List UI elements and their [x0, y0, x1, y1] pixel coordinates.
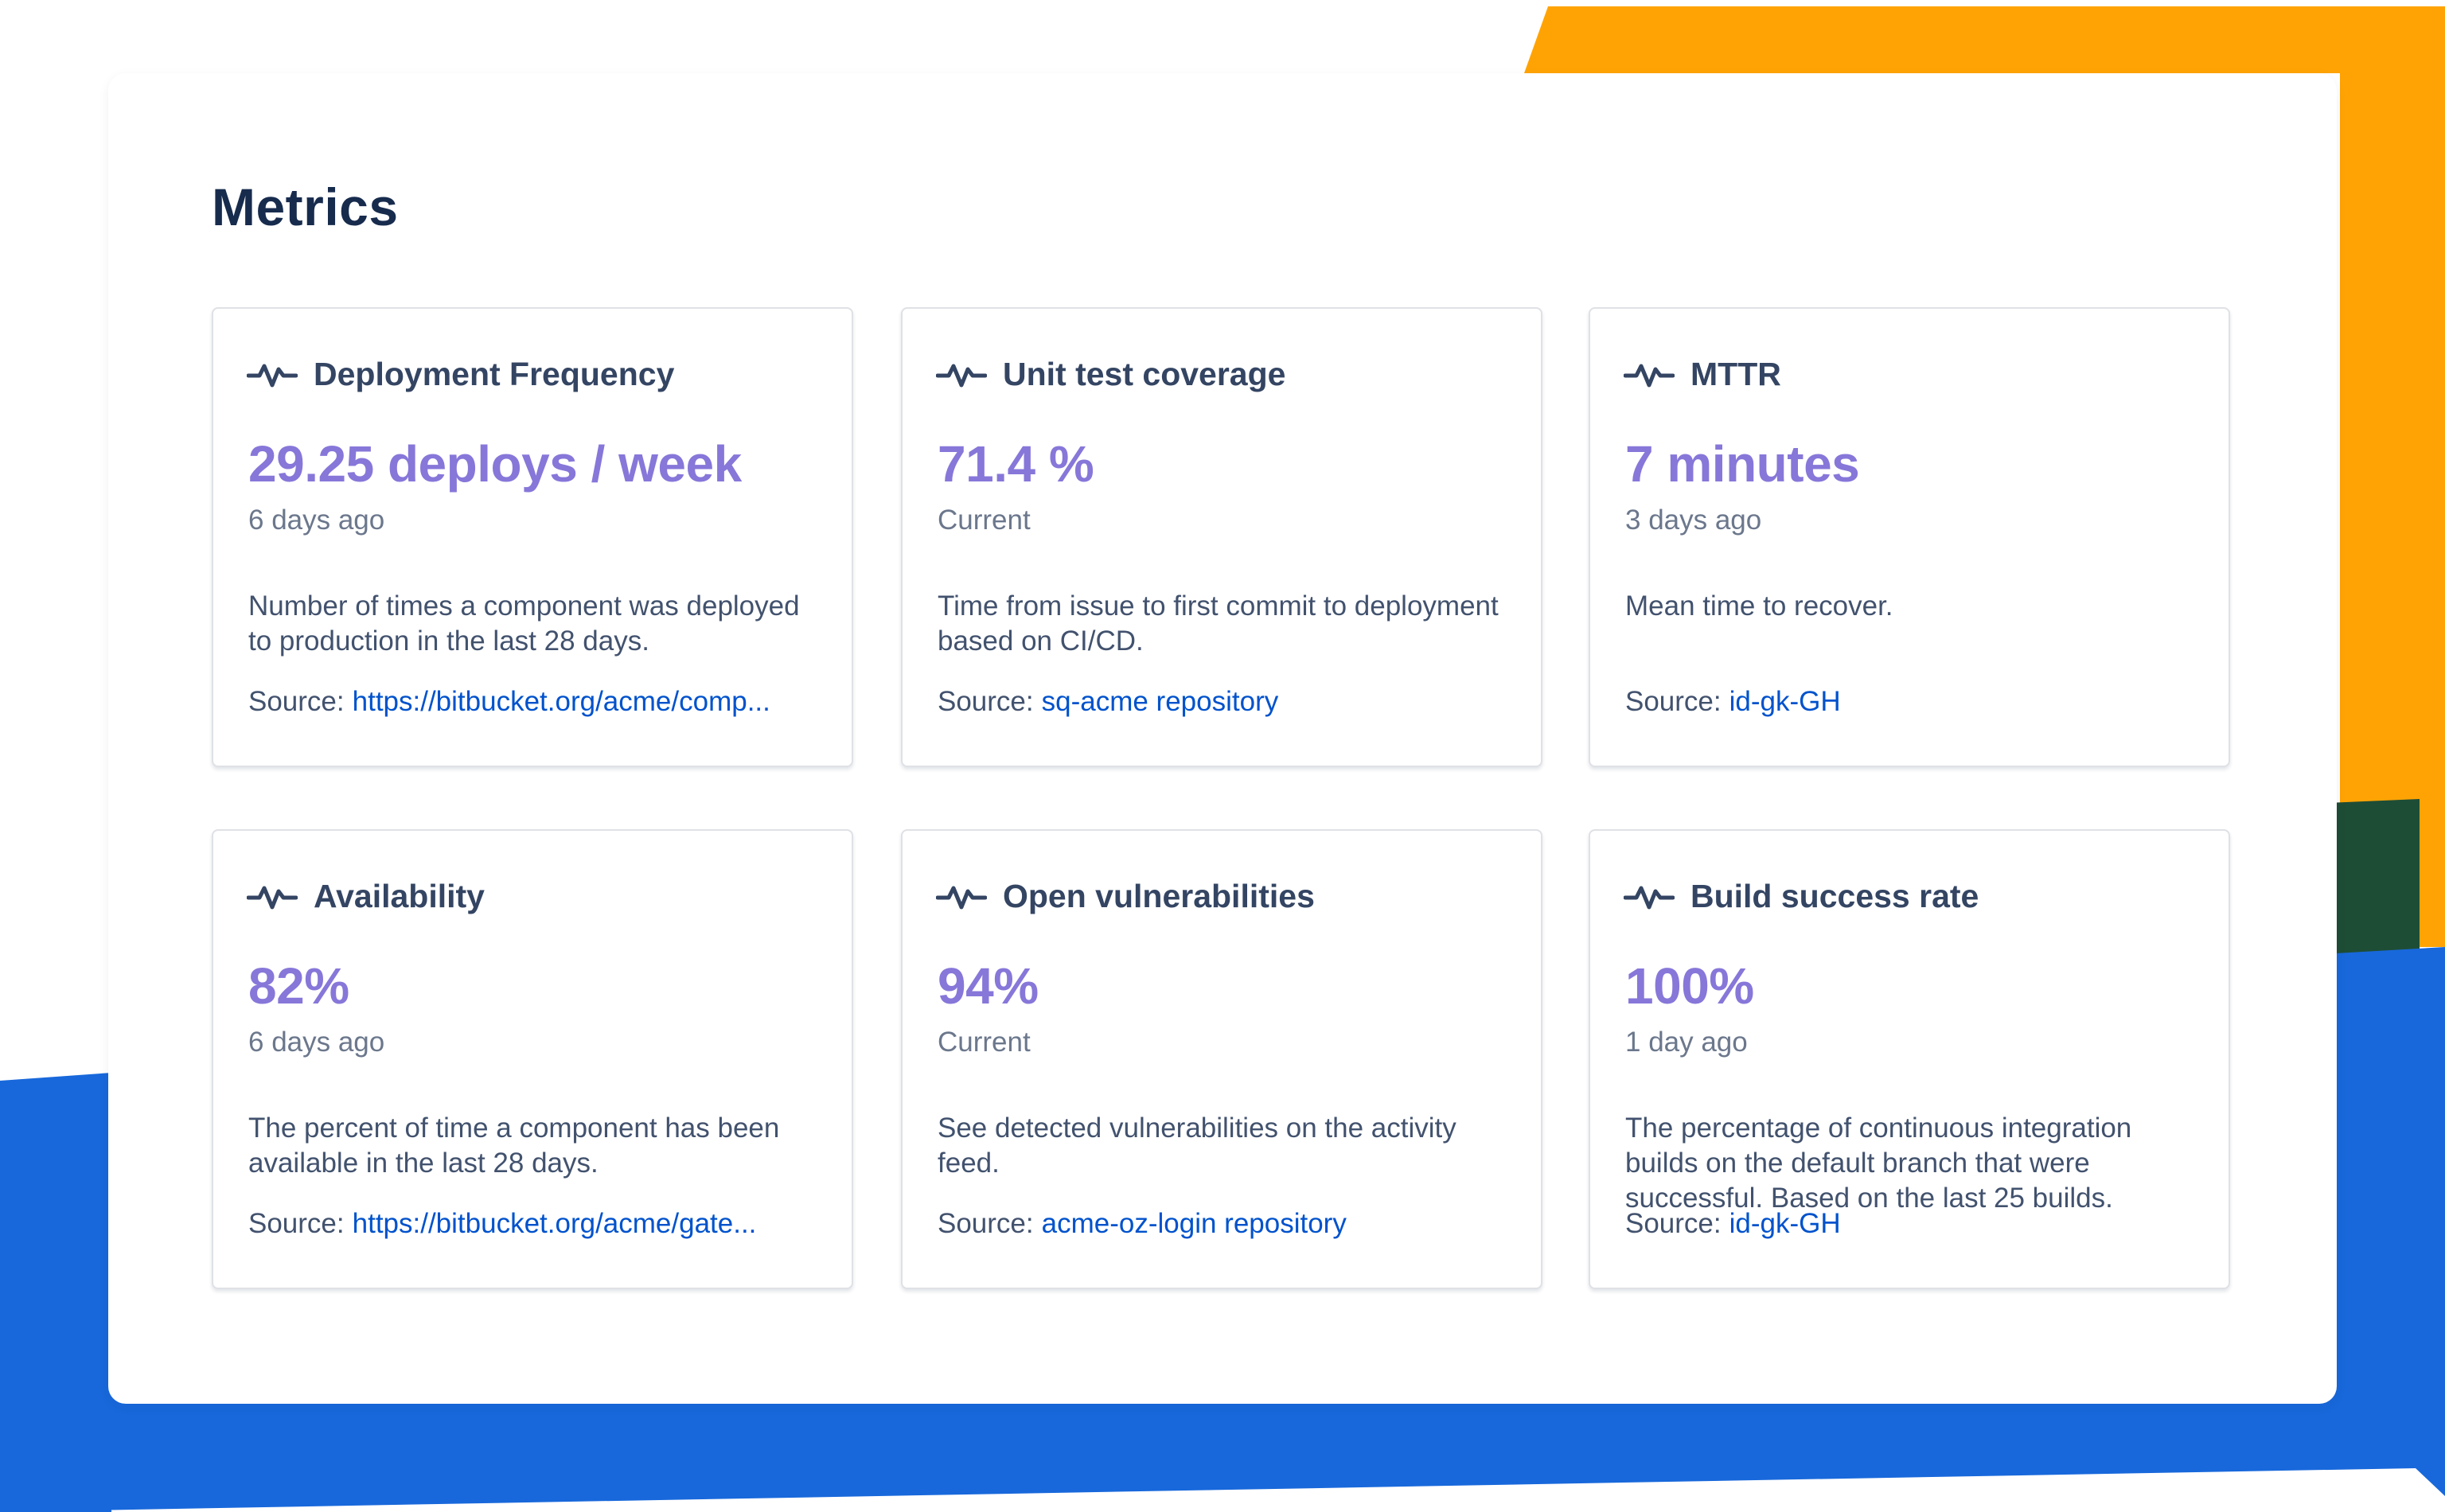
pulse-icon	[247, 886, 298, 910]
card-header: Deployment Frequency	[247, 350, 674, 398]
card-title: Unit test coverage	[1003, 355, 1286, 392]
card-title: Open vulnerabilities	[1003, 877, 1315, 914]
pulse-icon	[247, 364, 298, 388]
metric-card-unit-test-coverage: Unit test coverage 71.4 % Current Time f…	[901, 307, 1542, 767]
card-header: MTTR	[1624, 350, 1781, 398]
source-link[interactable]: sq-acme repository	[1042, 686, 1279, 717]
metric-source: Source: id-gk-GH	[1625, 1208, 2206, 1240]
page-title: Metrics	[212, 177, 399, 236]
metric-card-availability: Availability 82% 6 days ago The percent …	[212, 829, 853, 1289]
card-header: Build success rate	[1624, 872, 1979, 920]
metric-description: The percent of time a component has been…	[248, 1113, 780, 1179]
card-title: Availability	[314, 877, 485, 914]
metric-timestamp: 6 days ago	[248, 1027, 385, 1058]
card-header: Open vulnerabilities	[936, 872, 1315, 920]
metric-source: Source: id-gk-GH	[1625, 686, 2206, 718]
metric-card-build-success-rate: Build success rate 100% 1 day ago The pe…	[1589, 829, 2230, 1289]
card-title: Deployment Frequency	[314, 355, 675, 392]
metric-source: Source: acme-oz-login repository	[938, 1208, 1519, 1240]
pulse-icon	[1624, 364, 1675, 388]
source-link[interactable]: id-gk-GH	[1729, 1208, 1841, 1239]
source-link[interactable]: acme-oz-login repository	[1042, 1208, 1347, 1239]
metric-description: The percentage of continuous integration…	[1625, 1113, 2132, 1214]
metric-description: Time from issue to first commit to deplo…	[938, 590, 1499, 657]
metric-description: Number of times a component was deployed…	[248, 590, 800, 657]
metric-value: 94%	[938, 957, 1039, 1015]
metric-timestamp: 1 day ago	[1625, 1027, 1748, 1058]
metric-source: Source: sq-acme repository	[938, 686, 1519, 718]
metric-value: 82%	[248, 957, 349, 1015]
metric-timestamp: Current	[938, 505, 1031, 536]
source-label: Source:	[1625, 686, 1722, 717]
source-label: Source:	[938, 1208, 1034, 1239]
metric-value: 100%	[1625, 957, 1754, 1015]
metric-timestamp: 6 days ago	[248, 505, 385, 536]
metric-card-deployment-frequency: Deployment Frequency 29.25 deploys / wee…	[212, 307, 853, 767]
card-header: Availability	[247, 872, 485, 920]
source-link[interactable]: id-gk-GH	[1729, 686, 1841, 717]
pulse-icon	[1624, 886, 1675, 910]
metric-description: Mean time to recover.	[1625, 590, 1893, 622]
source-link[interactable]: https://bitbucket.org/acme/gate...	[353, 1208, 757, 1239]
metric-source: Source: https://bitbucket.org/acme/gate..…	[248, 1208, 829, 1240]
metric-timestamp: Current	[938, 1027, 1031, 1058]
card-title: MTTR	[1690, 355, 1781, 392]
metric-description: See detected vulnerabilities on the acti…	[938, 1113, 1456, 1179]
metric-timestamp: 3 days ago	[1625, 505, 1762, 536]
pulse-icon	[936, 886, 987, 910]
source-label: Source:	[1625, 1208, 1722, 1239]
card-title: Build success rate	[1690, 877, 1979, 914]
metric-value: 71.4 %	[938, 435, 1094, 493]
source-label: Source:	[248, 1208, 345, 1239]
source-label: Source:	[248, 686, 345, 717]
source-label: Source:	[938, 686, 1034, 717]
source-link[interactable]: https://bitbucket.org/acme/comp...	[353, 686, 770, 717]
card-header: Unit test coverage	[936, 350, 1285, 398]
metric-value: 29.25 deploys / week	[248, 435, 742, 493]
metric-source: Source: https://bitbucket.org/acme/comp..…	[248, 686, 829, 718]
metric-card-mttr: MTTR 7 minutes 3 days ago Mean time to r…	[1589, 307, 2230, 767]
metric-value: 7 minutes	[1625, 435, 1860, 493]
metric-card-open-vulnerabilities: Open vulnerabilities 94% Current See det…	[901, 829, 1542, 1289]
pulse-icon	[936, 364, 987, 388]
